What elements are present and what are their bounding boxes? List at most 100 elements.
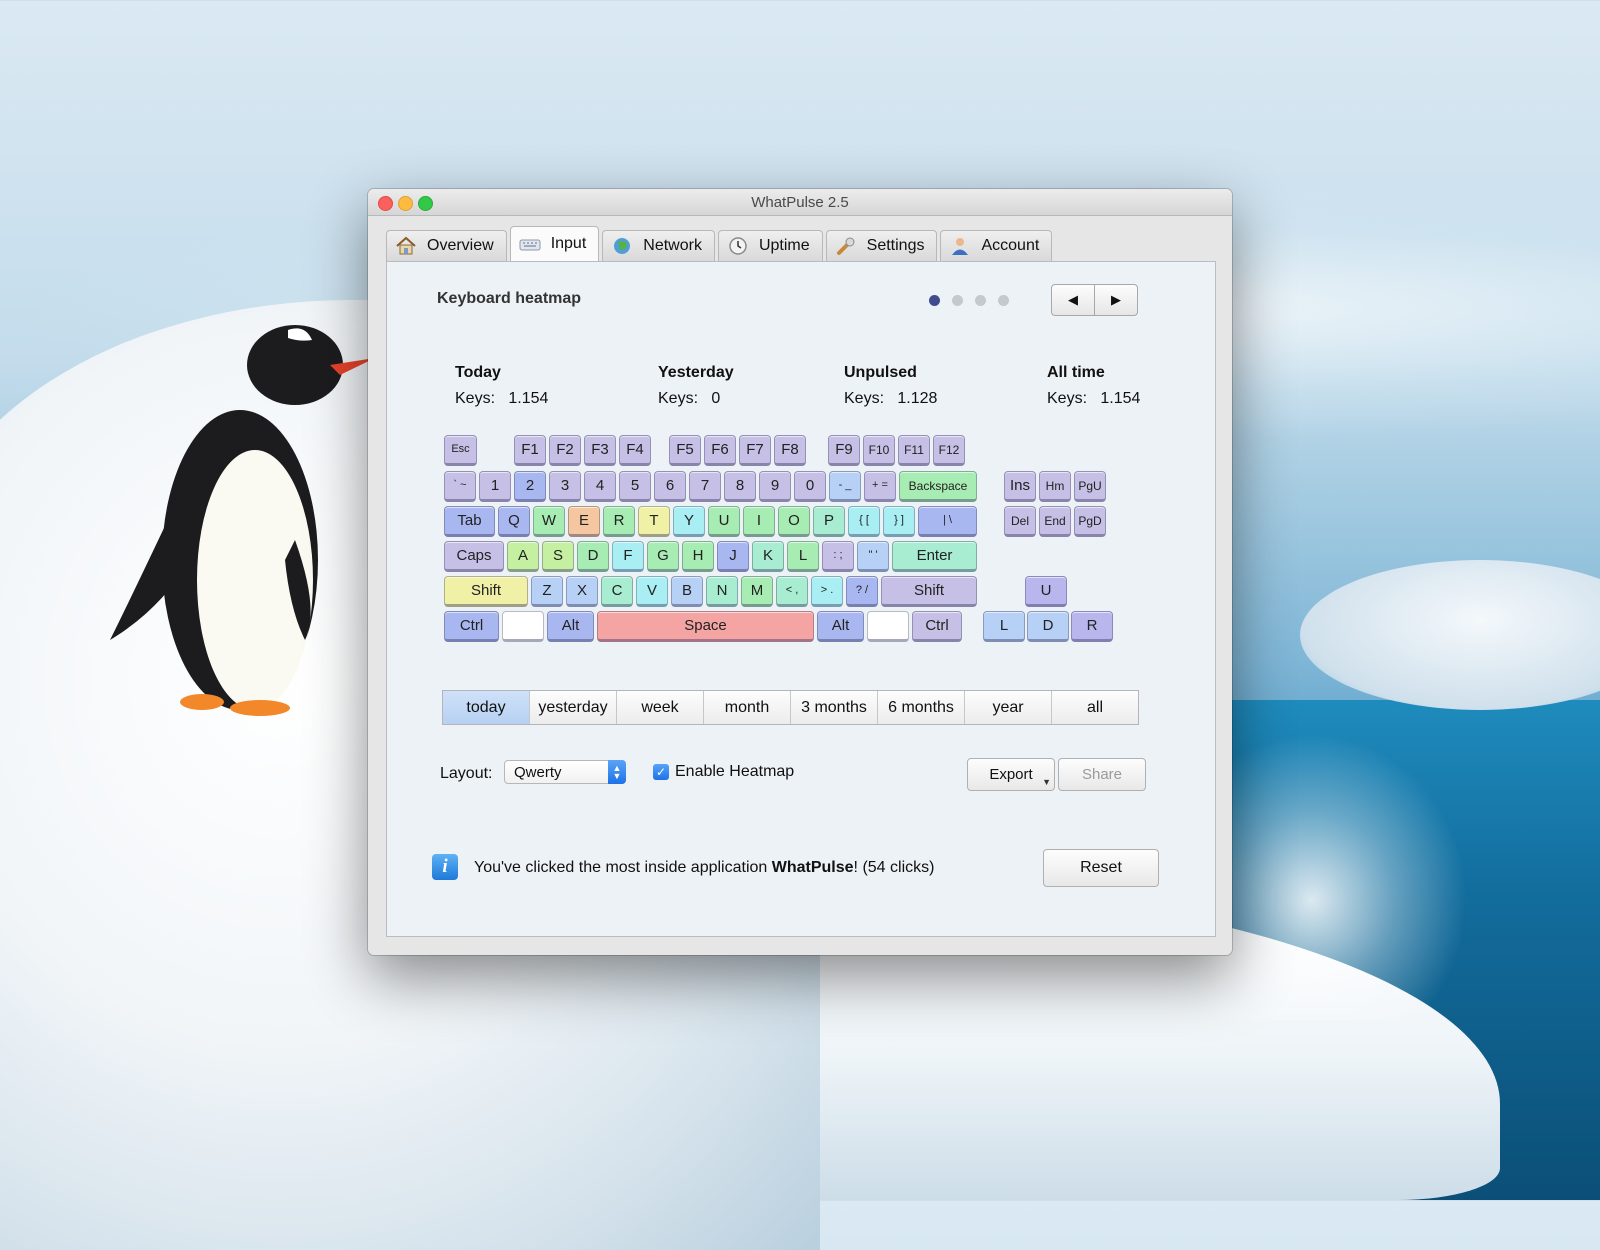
key-backslash: | \ <box>918 506 977 537</box>
key-f1: F1 <box>514 435 546 466</box>
key-5: 5 <box>619 471 651 502</box>
home-icon <box>395 236 417 256</box>
range-6-months[interactable]: 6 months <box>878 691 965 724</box>
tab-account[interactable]: Account <box>940 230 1053 261</box>
key-b: B <box>671 576 703 607</box>
tab-network[interactable]: Network <box>602 230 715 261</box>
key-right-ctrl: Ctrl <box>912 611 962 642</box>
layout-select-value: Qwerty <box>514 763 562 781</box>
key-semicolon: : ; <box>822 541 854 572</box>
key-w: W <box>533 506 565 537</box>
range-year[interactable]: year <box>965 691 1052 724</box>
range-today[interactable]: today <box>443 691 530 724</box>
tab-account-label: Account <box>981 237 1040 254</box>
key-delete: Del <box>1004 506 1036 537</box>
range-3-months[interactable]: 3 months <box>791 691 878 724</box>
key-left-alt: Alt <box>547 611 594 642</box>
export-button[interactable]: Export ▼ <box>967 758 1055 791</box>
whatpulse-window: WhatPulse 2.5 Overview Input Network Upt… <box>368 189 1232 955</box>
key-n: N <box>706 576 738 607</box>
tab-settings[interactable]: Settings <box>825 230 938 261</box>
key-left-bracket: { [ <box>848 506 880 537</box>
key-f5: F5 <box>669 435 701 466</box>
key-h: H <box>682 541 714 572</box>
key-esc: Esc <box>444 435 477 466</box>
tab-input-label: Input <box>550 235 587 252</box>
key-f2: F2 <box>549 435 581 466</box>
key-right-meta <box>867 611 909 642</box>
key-9: 9 <box>759 471 791 502</box>
key-f8: F8 <box>774 435 806 466</box>
key-slash: ? / <box>846 576 878 607</box>
layout-select[interactable]: Qwerty ▲ ▼ <box>504 760 626 784</box>
key-y: Y <box>673 506 705 537</box>
key-f9: F9 <box>828 435 860 466</box>
key-d: D <box>577 541 609 572</box>
key-8: 8 <box>724 471 756 502</box>
info-message: You've clicked the most inside applicati… <box>474 859 935 876</box>
tab-overview[interactable]: Overview <box>386 230 507 261</box>
key-j: J <box>717 541 749 572</box>
key-e: E <box>568 506 600 537</box>
range-week[interactable]: week <box>617 691 704 724</box>
key-f4: F4 <box>619 435 651 466</box>
export-label: Export <box>989 766 1033 783</box>
keyboard-heatmap: Esc F1 F2 F3 F4 F5 F6 F7 F8 F9 F10 F11 F… <box>387 262 1215 662</box>
share-button[interactable]: Share <box>1058 758 1146 791</box>
dropdown-caret-icon: ▼ <box>1042 777 1051 787</box>
key-arrow-right: R <box>1071 611 1113 642</box>
tab-input[interactable]: Input <box>509 226 600 261</box>
key-home: Hm <box>1039 471 1071 502</box>
window-title: WhatPulse 2.5 <box>751 194 849 211</box>
share-label: Share <box>1081 766 1123 783</box>
key-insert: Ins <box>1004 471 1036 502</box>
key-pagedown: PgD <box>1074 506 1106 537</box>
select-arrows-icon: ▲ ▼ <box>608 760 626 784</box>
key-tab: Tab <box>444 506 495 537</box>
reset-label: Reset <box>1080 859 1122 876</box>
key-o: O <box>778 506 810 537</box>
key-u: U <box>708 506 740 537</box>
input-panel: Keyboard heatmap ◀ ▶ Today Keys: 1.154 Y… <box>386 261 1216 937</box>
range-yesterday[interactable]: yesterday <box>530 691 617 724</box>
globe-icon <box>611 236 633 256</box>
keyboard-icon <box>519 234 541 254</box>
checkbox-checked-icon[interactable]: ✓ <box>653 764 669 780</box>
key-space: Space <box>597 611 814 642</box>
range-all[interactable]: all <box>1052 691 1138 724</box>
enable-heatmap-toggle[interactable]: ✓ Enable Heatmap <box>653 763 794 781</box>
key-minus: - _ <box>829 471 861 502</box>
key-right-shift: Shift <box>881 576 977 607</box>
key-left-meta <box>502 611 544 642</box>
key-1: 1 <box>479 471 511 502</box>
key-arrow-up: U <box>1025 576 1067 607</box>
reset-button[interactable]: Reset <box>1043 849 1159 887</box>
key-g: G <box>647 541 679 572</box>
key-m: M <box>741 576 773 607</box>
key-t: T <box>638 506 670 537</box>
user-icon <box>949 236 971 256</box>
key-z: Z <box>531 576 563 607</box>
key-backtick: ` ~ <box>444 471 476 502</box>
tab-overview-label: Overview <box>427 237 494 254</box>
key-enter: Enter <box>892 541 977 572</box>
key-left-shift: Shift <box>444 576 528 607</box>
key-right-bracket: } ] <box>883 506 915 537</box>
key-v: V <box>636 576 668 607</box>
title-bar: WhatPulse 2.5 <box>368 189 1232 216</box>
key-f6: F6 <box>704 435 736 466</box>
key-f3: F3 <box>584 435 616 466</box>
tab-uptime[interactable]: Uptime <box>717 230 823 261</box>
enable-heatmap-label: Enable Heatmap <box>675 763 795 780</box>
key-4: 4 <box>584 471 616 502</box>
key-arrow-down: D <box>1027 611 1069 642</box>
key-i: I <box>743 506 775 537</box>
range-month[interactable]: month <box>704 691 791 724</box>
key-backspace: Backspace <box>899 471 977 502</box>
key-period: > . <box>811 576 843 607</box>
key-plus: + = <box>864 471 896 502</box>
key-x: X <box>566 576 598 607</box>
key-f7: F7 <box>739 435 771 466</box>
key-2: 2 <box>514 471 546 502</box>
key-k: K <box>752 541 784 572</box>
